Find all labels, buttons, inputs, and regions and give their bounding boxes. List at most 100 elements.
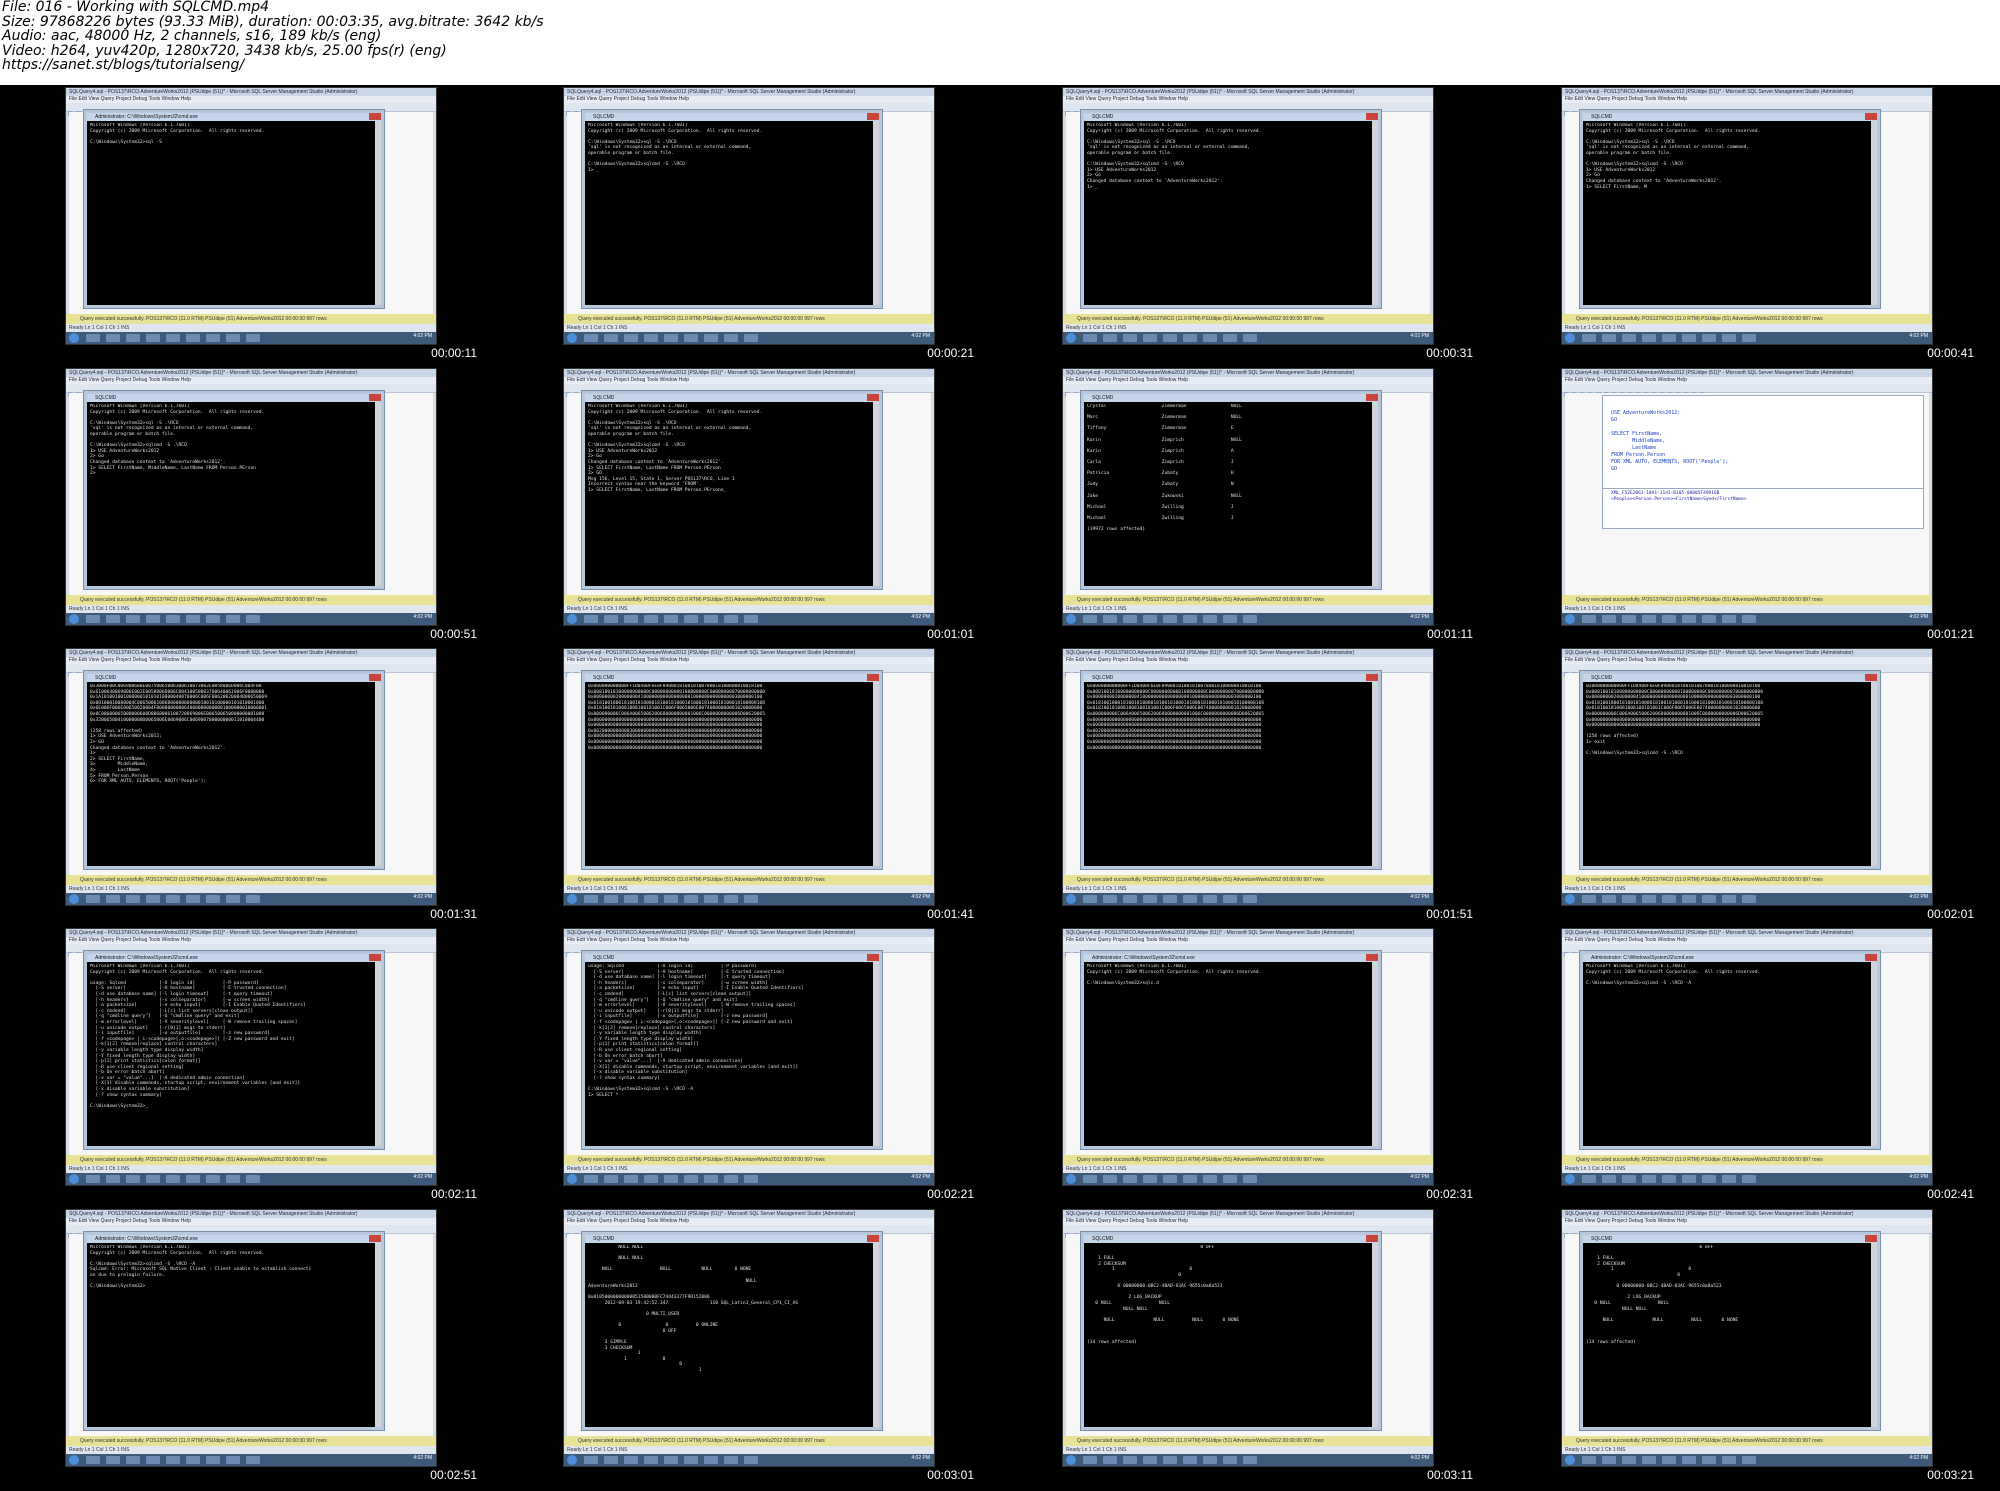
taskbar-app-icon[interactable] bbox=[584, 334, 598, 342]
taskbar-app-icon[interactable] bbox=[1083, 1456, 1097, 1464]
taskbar-app-icon[interactable] bbox=[1582, 895, 1596, 903]
start-icon[interactable] bbox=[69, 1455, 79, 1465]
video-thumbnail[interactable]: SQLQuery4.sql - POS137\RCO.AdventureWork… bbox=[563, 648, 935, 906]
taskbar-app-icon[interactable] bbox=[1163, 1456, 1177, 1464]
video-thumbnail[interactable]: SQLQuery4.sql - POS137\RCO.AdventureWork… bbox=[1062, 368, 1434, 626]
close-icon[interactable] bbox=[867, 674, 879, 681]
taskbar-app-icon[interactable] bbox=[1662, 1456, 1676, 1464]
console-scrollbar[interactable] bbox=[375, 962, 381, 1146]
taskbar-app-icon[interactable] bbox=[1143, 1175, 1157, 1183]
taskbar-app-icon[interactable] bbox=[584, 1175, 598, 1183]
close-icon[interactable] bbox=[369, 1235, 381, 1242]
console-scrollbar[interactable] bbox=[375, 682, 381, 866]
start-icon[interactable] bbox=[567, 1455, 577, 1465]
start-icon[interactable] bbox=[1565, 614, 1575, 624]
console-scrollbar[interactable] bbox=[1372, 682, 1378, 866]
taskbar-app-icon[interactable] bbox=[1123, 334, 1137, 342]
taskbar-app-icon[interactable] bbox=[1143, 334, 1157, 342]
video-thumbnail[interactable]: SQLQuery4.sql - POS137\RCO.AdventureWork… bbox=[1561, 648, 1933, 906]
taskbar-app-icon[interactable] bbox=[744, 334, 758, 342]
taskbar-app-icon[interactable] bbox=[1642, 1175, 1656, 1183]
taskbar-app-icon[interactable] bbox=[644, 1175, 658, 1183]
taskbar-app-icon[interactable] bbox=[1103, 334, 1117, 342]
taskbar-app-icon[interactable] bbox=[644, 1456, 658, 1464]
close-icon[interactable] bbox=[369, 394, 381, 401]
taskbar-app-icon[interactable] bbox=[146, 615, 160, 623]
taskbar-app-icon[interactable] bbox=[1702, 1175, 1716, 1183]
taskbar-app-icon[interactable] bbox=[1223, 615, 1237, 623]
taskbar-app-icon[interactable] bbox=[624, 1175, 638, 1183]
taskbar-app-icon[interactable] bbox=[584, 615, 598, 623]
taskbar-app-icon[interactable] bbox=[1582, 615, 1596, 623]
video-thumbnail[interactable]: SQLQuery4.sql - POS137\RCO.AdventureWork… bbox=[563, 1209, 935, 1467]
taskbar-app-icon[interactable] bbox=[1123, 615, 1137, 623]
taskbar-app-icon[interactable] bbox=[1682, 1456, 1696, 1464]
taskbar-app-icon[interactable] bbox=[1203, 895, 1217, 903]
start-icon[interactable] bbox=[1066, 1174, 1076, 1184]
taskbar-app-icon[interactable] bbox=[1722, 1175, 1736, 1183]
video-thumbnail[interactable]: SQLQuery4.sql - POS137\RCO.AdventureWork… bbox=[65, 1209, 437, 1467]
console-scrollbar[interactable] bbox=[873, 682, 879, 866]
taskbar-app-icon[interactable] bbox=[724, 895, 738, 903]
taskbar-app-icon[interactable] bbox=[226, 615, 240, 623]
taskbar-app-icon[interactable] bbox=[1123, 1175, 1137, 1183]
taskbar-app-icon[interactable] bbox=[1183, 615, 1197, 623]
taskbar-app-icon[interactable] bbox=[1742, 615, 1756, 623]
video-thumbnail[interactable]: SQLQuery4.sql - POS137\RCO.AdventureWork… bbox=[65, 368, 437, 626]
taskbar-app-icon[interactable] bbox=[704, 334, 718, 342]
taskbar-app-icon[interactable] bbox=[704, 1456, 718, 1464]
start-icon[interactable] bbox=[69, 1174, 79, 1184]
taskbar-app-icon[interactable] bbox=[1203, 334, 1217, 342]
taskbar-app-icon[interactable] bbox=[1662, 895, 1676, 903]
start-icon[interactable] bbox=[1565, 894, 1575, 904]
taskbar-app-icon[interactable] bbox=[106, 1456, 120, 1464]
taskbar-app-icon[interactable] bbox=[1083, 334, 1097, 342]
taskbar-app-icon[interactable] bbox=[1742, 334, 1756, 342]
taskbar-app-icon[interactable] bbox=[166, 1175, 180, 1183]
taskbar-app-icon[interactable] bbox=[1602, 1175, 1616, 1183]
close-icon[interactable] bbox=[867, 1235, 879, 1242]
taskbar-app-icon[interactable] bbox=[744, 1175, 758, 1183]
console-scrollbar[interactable] bbox=[1372, 1243, 1378, 1427]
taskbar-app-icon[interactable] bbox=[1223, 895, 1237, 903]
video-thumbnail[interactable]: SQLQuery4.sql - POS137\RCO.AdventureWork… bbox=[1561, 87, 1933, 345]
taskbar-app-icon[interactable] bbox=[1163, 334, 1177, 342]
close-icon[interactable] bbox=[1865, 674, 1877, 681]
taskbar-app-icon[interactable] bbox=[126, 895, 140, 903]
taskbar-app-icon[interactable] bbox=[226, 1456, 240, 1464]
start-icon[interactable] bbox=[69, 614, 79, 624]
taskbar-app-icon[interactable] bbox=[644, 615, 658, 623]
taskbar-app-icon[interactable] bbox=[684, 1175, 698, 1183]
taskbar-app-icon[interactable] bbox=[604, 895, 618, 903]
close-icon[interactable] bbox=[867, 113, 879, 120]
start-icon[interactable] bbox=[1565, 1455, 1575, 1465]
taskbar-app-icon[interactable] bbox=[1103, 1456, 1117, 1464]
close-icon[interactable] bbox=[1865, 1235, 1877, 1242]
taskbar-app-icon[interactable] bbox=[1622, 1456, 1636, 1464]
taskbar-app-icon[interactable] bbox=[1642, 895, 1656, 903]
start-icon[interactable] bbox=[1066, 894, 1076, 904]
taskbar-app-icon[interactable] bbox=[86, 615, 100, 623]
taskbar-app-icon[interactable] bbox=[246, 1175, 260, 1183]
taskbar-app-icon[interactable] bbox=[1223, 334, 1237, 342]
taskbar-app-icon[interactable] bbox=[1702, 615, 1716, 623]
taskbar-app-icon[interactable] bbox=[1722, 615, 1736, 623]
taskbar-app-icon[interactable] bbox=[1742, 1456, 1756, 1464]
console-scrollbar[interactable] bbox=[1871, 682, 1877, 866]
taskbar-app-icon[interactable] bbox=[744, 615, 758, 623]
taskbar-app-icon[interactable] bbox=[1223, 1175, 1237, 1183]
taskbar-app-icon[interactable] bbox=[1702, 334, 1716, 342]
taskbar-app-icon[interactable] bbox=[1642, 334, 1656, 342]
start-icon[interactable] bbox=[1066, 1455, 1076, 1465]
taskbar-app-icon[interactable] bbox=[664, 615, 678, 623]
taskbar-app-icon[interactable] bbox=[724, 1456, 738, 1464]
taskbar-app-icon[interactable] bbox=[146, 334, 160, 342]
taskbar-app-icon[interactable] bbox=[246, 334, 260, 342]
taskbar-app-icon[interactable] bbox=[684, 895, 698, 903]
start-icon[interactable] bbox=[69, 894, 79, 904]
taskbar-app-icon[interactable] bbox=[664, 1175, 678, 1183]
console-scrollbar[interactable] bbox=[375, 121, 381, 305]
taskbar-app-icon[interactable] bbox=[1103, 895, 1117, 903]
taskbar-app-icon[interactable] bbox=[1682, 895, 1696, 903]
console-scrollbar[interactable] bbox=[873, 121, 879, 305]
